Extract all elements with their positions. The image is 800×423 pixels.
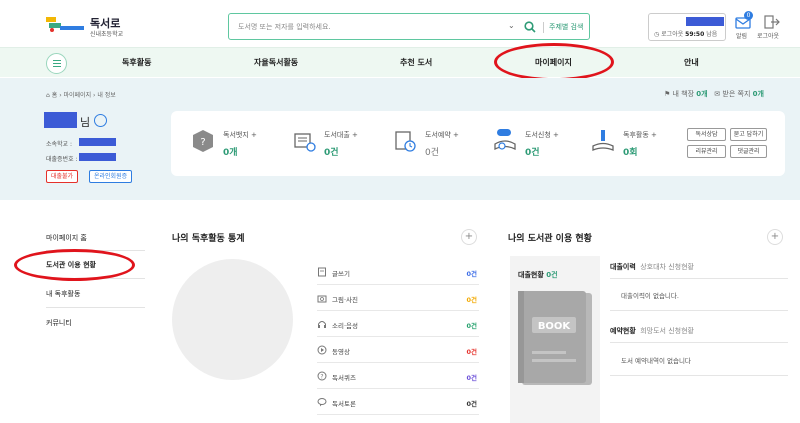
card-number-label: 대출증번호 : [46,156,78,163]
highlight-circle-library-usage [14,249,135,281]
notification-count-badge: 0 [744,11,753,20]
left-menu-mypage-home[interactable]: 마이페이지 홈 [46,233,87,243]
hope-badge: 희망 [499,122,509,128]
book-cover-label: BOOK [538,321,572,332]
reserve-header: 예약현황 희망도서 신청현황 [610,326,694,336]
school-value-redacted [79,138,116,146]
book-request-icon [494,129,516,151]
received-count: 0개 [752,90,764,98]
headphones-icon [318,321,326,328]
book-illustration-icon: BOOK [518,291,592,385]
chat-bubble-icon [317,398,327,407]
stat-request[interactable]: 희망 도서신청 + 0건 [493,111,583,176]
menu-hamburger-icon[interactable] [46,53,67,74]
smile-icon[interactable] [94,114,107,127]
left-menu-my-activity[interactable]: 내 독후활동 [46,289,80,299]
search-input[interactable]: 도서명 또는 저자를 입력하세요. [238,22,331,32]
loan-history-tab[interactable]: 대출이력 [610,263,636,271]
site-header: 독서로 신내초등학교 도서명 또는 저자를 입력하세요. ⌄ 주제별 검색 ◷ … [0,0,800,46]
review-manage-button[interactable]: 리뷰관리 [687,145,726,158]
book-reserve-icon [395,131,416,152]
search-box: 도서명 또는 저자를 입력하세요. ⌄ 주제별 검색 [228,13,590,40]
reading-counsel-button[interactable]: 독서상담 [687,128,726,141]
stat-badge[interactable]: ? 독서뱃지 + 0개 [191,111,261,176]
nav-item-reading-activity[interactable]: 독후활동 [122,57,151,68]
reserve-tab[interactable]: 예약현황 [610,327,636,335]
stat-activity[interactable]: 독후활동 + 0회 [591,111,671,176]
interlibrary-loan-tab[interactable]: 상호대차 신청현황 [640,263,694,271]
activity-row[interactable]: ? 독서퀴즈 0건 [317,363,479,389]
search-dropdown-icon[interactable]: ⌄ [508,21,515,30]
online-card-button[interactable]: 온라인회원증 [89,170,133,183]
breadcrumb: ⌂ 홈 › 마이페이지 › 내 정보 [46,92,116,99]
home-icon[interactable]: ⌂ [46,92,50,99]
document-icon [318,267,326,277]
shelf-and-messages: ⚑ 내 책장 0개 ✉ 받은 쪽지 0개 [664,89,764,99]
quiz-icon: ? [317,371,327,381]
reserve-empty: 도서 예약내역이 없습니다 [621,357,691,365]
search-icon[interactable] [524,21,536,33]
left-menu-community[interactable]: 커뮤니티 [46,318,72,328]
breadcrumb-myinfo: 내 정보 [97,92,116,99]
logout-label[interactable]: 로그아웃 [757,31,779,40]
search-divider [543,22,544,33]
loan-history-empty: 대출이력이 없습니다. [621,292,679,300]
activity-row[interactable]: 소리·음성 0건 [317,311,479,337]
activity-row[interactable]: 동영상 0건 [317,337,479,363]
highlight-circle-mypage [494,43,614,81]
user-name-suffix: 님 [80,116,91,129]
bookmark-icon: ⚑ [664,90,671,98]
nav-item-recommended-books[interactable]: 추천 도서 [400,57,432,68]
svg-text:?: ? [200,137,205,148]
breadcrumb-mypage[interactable]: 마이페이지 [64,92,92,99]
session-timer: ◷ 로그아웃 59:50 남음 [648,13,726,41]
stat-reserve[interactable]: 도서예약 + 0건 [393,111,473,176]
user-name-redacted [44,112,77,128]
hope-book-tab[interactable]: 희망도서 신청현황 [640,327,694,335]
loan-history-header: 대출이력 상호대차 신청현황 [610,262,694,272]
pen-book-icon [592,130,614,151]
breadcrumb-home[interactable]: 홈 [52,92,58,99]
theme-search-link[interactable]: 주제별 검색 [549,22,583,32]
message-icon: ✉ [714,90,721,98]
library-usage-title: 나의 도서관 이용 현황 [508,234,592,244]
activity-row[interactable]: 독서토론 0건 [317,389,479,415]
activity-more-plus-icon[interactable]: + [461,229,477,245]
play-icon [317,345,327,355]
site-logo[interactable]: 독서로 신내초등학교 [46,12,146,40]
loan-status-label: 대출현황 [518,271,544,279]
activity-stats-title: 나의 독후활동 통계 [172,234,245,244]
logo-mark-icon [46,17,84,32]
activity-row[interactable]: 글쓰기 0건 [317,259,479,285]
main-nav: 독후활동 자율독서활동 추천 도서 마이페이지 안내 [0,47,800,77]
loan-unavailable-tag: 대출불가 [46,170,79,183]
badge-hexagon-icon: ? [193,130,213,152]
my-shelf-label[interactable]: 내 책장 [673,90,695,98]
card-number-redacted [79,153,116,161]
library-more-plus-icon[interactable]: + [767,229,783,245]
alarm-label[interactable]: 알림 [736,31,747,40]
book-loan-icon [294,133,316,152]
loan-status-count: 0건 [546,271,558,279]
logo-school: 신내초등학교 [90,31,124,38]
my-shelf-count: 0개 [696,90,708,98]
activity-row[interactable]: 그림·사진 0건 [317,285,479,311]
session-timer-text[interactable]: ◷ 로그아웃 59:50 남음 [654,29,717,38]
qna-button[interactable]: 묻고 답하기 [730,128,767,141]
stat-loan[interactable]: 도서대출 + 0건 [292,111,372,176]
camera-icon [317,295,327,303]
logout-icon[interactable] [762,14,782,30]
svg-text:?: ? [320,374,323,381]
activity-donut-chart [172,259,293,380]
stats-card: ? 독서뱃지 + 0개 도서대출 + 0건 도서예약 + 0건 희망 도서신청 … [171,111,785,176]
school-label: 소속학교 : [46,141,73,148]
received-label[interactable]: 받은 쪽지 [722,90,750,98]
nav-item-free-reading[interactable]: 자율독서활동 [254,57,298,68]
comment-manage-button[interactable]: 댓글관리 [730,145,767,158]
nav-item-guide[interactable]: 안내 [684,57,699,68]
user-name-redacted [686,17,724,26]
